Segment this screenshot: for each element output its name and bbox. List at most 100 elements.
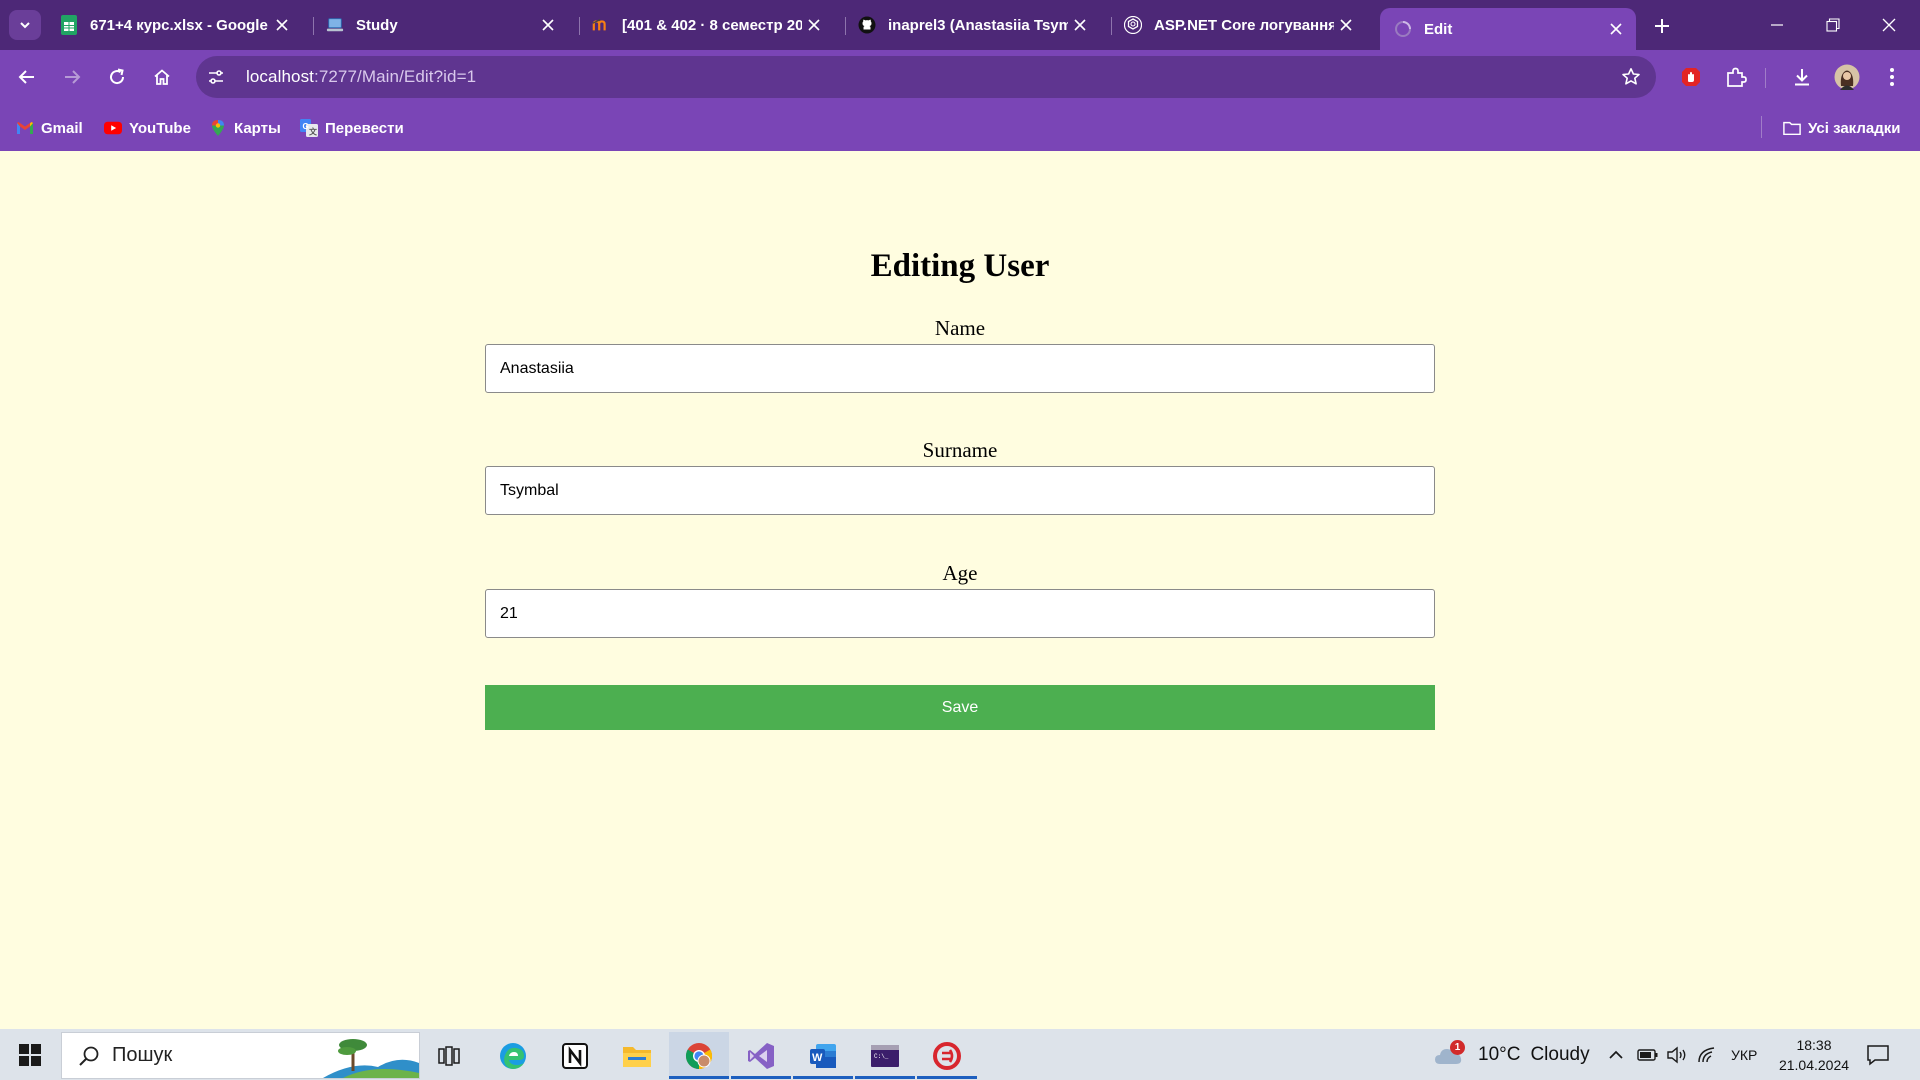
close-icon[interactable] [802,13,826,37]
forward-button[interactable] [55,60,89,94]
tab-title: 671+4 курс.xlsx - Google Таблиці [90,16,270,34]
url-host: localhost [246,67,314,86]
taskbar-notion[interactable] [545,1032,605,1079]
moodle-icon [592,16,610,34]
chatgpt-icon [1124,16,1142,34]
taskbar-visual-studio[interactable] [731,1032,791,1079]
adblock-extension-icon[interactable] [1675,61,1707,93]
tab-chatgpt[interactable]: ASP.NET Core логування у файл [1110,8,1366,42]
task-view-icon [438,1045,460,1066]
notifications-button[interactable] [1866,1029,1890,1080]
surname-input[interactable] [485,466,1435,515]
age-input[interactable] [485,589,1435,638]
tab-title: Study [356,16,398,34]
restore-button[interactable] [1810,10,1856,40]
save-button[interactable]: Save [485,685,1435,730]
bookmark-gmail[interactable]: Gmail [16,116,83,140]
tab-title: inaprel3 (Anastasiia Tsymbal) [888,16,1068,34]
app-red-icon [933,1041,961,1070]
site-info-icon[interactable] [202,63,230,91]
volume-control[interactable] [1666,1029,1688,1080]
taskbar-edge[interactable] [483,1032,543,1079]
close-icon[interactable] [270,13,294,37]
system-clock[interactable]: 18:38 21.04.2024 [1766,1035,1862,1075]
wifi-icon [1698,1046,1715,1062]
taskbar-terminal[interactable]: C:\_ [855,1032,915,1079]
google-sheets-icon [60,15,78,35]
google-translate-icon: G文 [300,119,318,137]
bookmark-translate[interactable]: G文 Перевести [300,116,404,140]
tab-github[interactable]: inaprel3 (Anastasiia Tsymbal) [844,8,1100,42]
bookmark-label: YouTube [129,119,191,137]
visual-studio-icon [748,1042,774,1069]
show-hidden-icons[interactable] [1607,1029,1625,1080]
name-input[interactable] [485,344,1435,393]
tab-study[interactable]: Study [312,8,568,42]
profile-avatar[interactable] [1831,61,1863,93]
taskbar-word[interactable]: W [793,1032,853,1079]
bookmark-label: Карты [234,119,281,137]
loading-icon [1394,20,1412,38]
taskbar-red-app[interactable] [917,1032,977,1079]
task-view-button[interactable] [419,1032,479,1079]
bookmark-label: Gmail [41,119,83,137]
input-language[interactable]: УКР [1731,1029,1757,1080]
bookmark-maps[interactable]: Карты [209,116,281,140]
weather-alert-badge: 1 [1450,1039,1465,1055]
taskbar-search[interactable]: Пошук [61,1032,420,1079]
word-icon: W [810,1043,836,1068]
url-text: localhost:7277/Main/Edit?id=1 [246,67,476,87]
menu-kebab-icon[interactable] [1876,61,1908,93]
network-status[interactable] [1697,1029,1717,1080]
downloads-icon[interactable] [1786,61,1818,93]
weather-widget[interactable]: 1 10°C Cloudy [1434,1029,1590,1080]
tab-search-button[interactable] [9,10,41,40]
taskbar-file-explorer[interactable] [607,1032,667,1079]
bookmark-label: Перевести [325,119,404,137]
new-tab-button[interactable] [1648,12,1676,40]
chevron-up-icon [1609,1050,1623,1059]
reload-button[interactable] [100,60,134,94]
minimize-button[interactable] [1754,10,1800,40]
bookmark-star-icon[interactable] [1618,64,1644,90]
weather-condition: Cloudy [1530,1043,1590,1065]
home-icon [154,69,170,85]
bookmarks-bar: Gmail YouTube Карты G文 Перевести Усі зак… [0,106,1920,151]
back-button[interactable] [10,60,44,94]
reload-icon [110,68,125,85]
search-highlight-illustration-icon [323,1033,419,1078]
battery-status[interactable] [1637,1029,1659,1080]
tab-edit[interactable]: Edit [1380,8,1636,50]
search-icon [76,1043,102,1069]
browser-toolbar: localhost:7277/Main/Edit?id=1 [0,50,1920,106]
gmail-icon [16,119,34,137]
close-icon[interactable] [536,13,560,37]
url-path: :7277/Main/Edit?id=1 [314,67,477,86]
tab-title: Edit [1424,20,1453,38]
tab-moodle[interactable]: [401 & 402 · 8 семестр 2024] [578,8,834,42]
start-button[interactable] [12,1041,48,1069]
folder-icon [1783,119,1801,137]
close-window-button[interactable] [1866,10,1912,40]
cloud-icon: 1 [1434,1039,1468,1070]
age-label: Age [942,561,978,585]
all-bookmarks[interactable]: Усі закладки [1783,116,1900,140]
surname-label: Surname [922,438,998,462]
taskbar-chrome[interactable] [669,1032,729,1079]
tab-title: ASP.NET Core логування у файл [1154,16,1334,34]
close-icon[interactable] [1604,17,1628,41]
notion-icon [562,1042,588,1069]
svg-text:W: W [812,1052,823,1064]
close-icon[interactable] [1334,13,1358,37]
file-explorer-icon [623,1046,651,1067]
bookmark-youtube[interactable]: YouTube [104,116,191,140]
close-icon[interactable] [1068,13,1092,37]
svg-text:G: G [303,122,309,131]
extensions-puzzle-icon[interactable] [1720,61,1752,93]
laptop-emoji-icon [326,16,344,34]
chrome-icon [685,1042,713,1069]
address-bar[interactable]: localhost:7277/Main/Edit?id=1 [196,56,1656,98]
tab-google-sheets[interactable]: 671+4 курс.xlsx - Google Таблиці [46,8,302,42]
home-button[interactable] [145,60,179,94]
weather-temp: 10°C [1478,1043,1521,1065]
